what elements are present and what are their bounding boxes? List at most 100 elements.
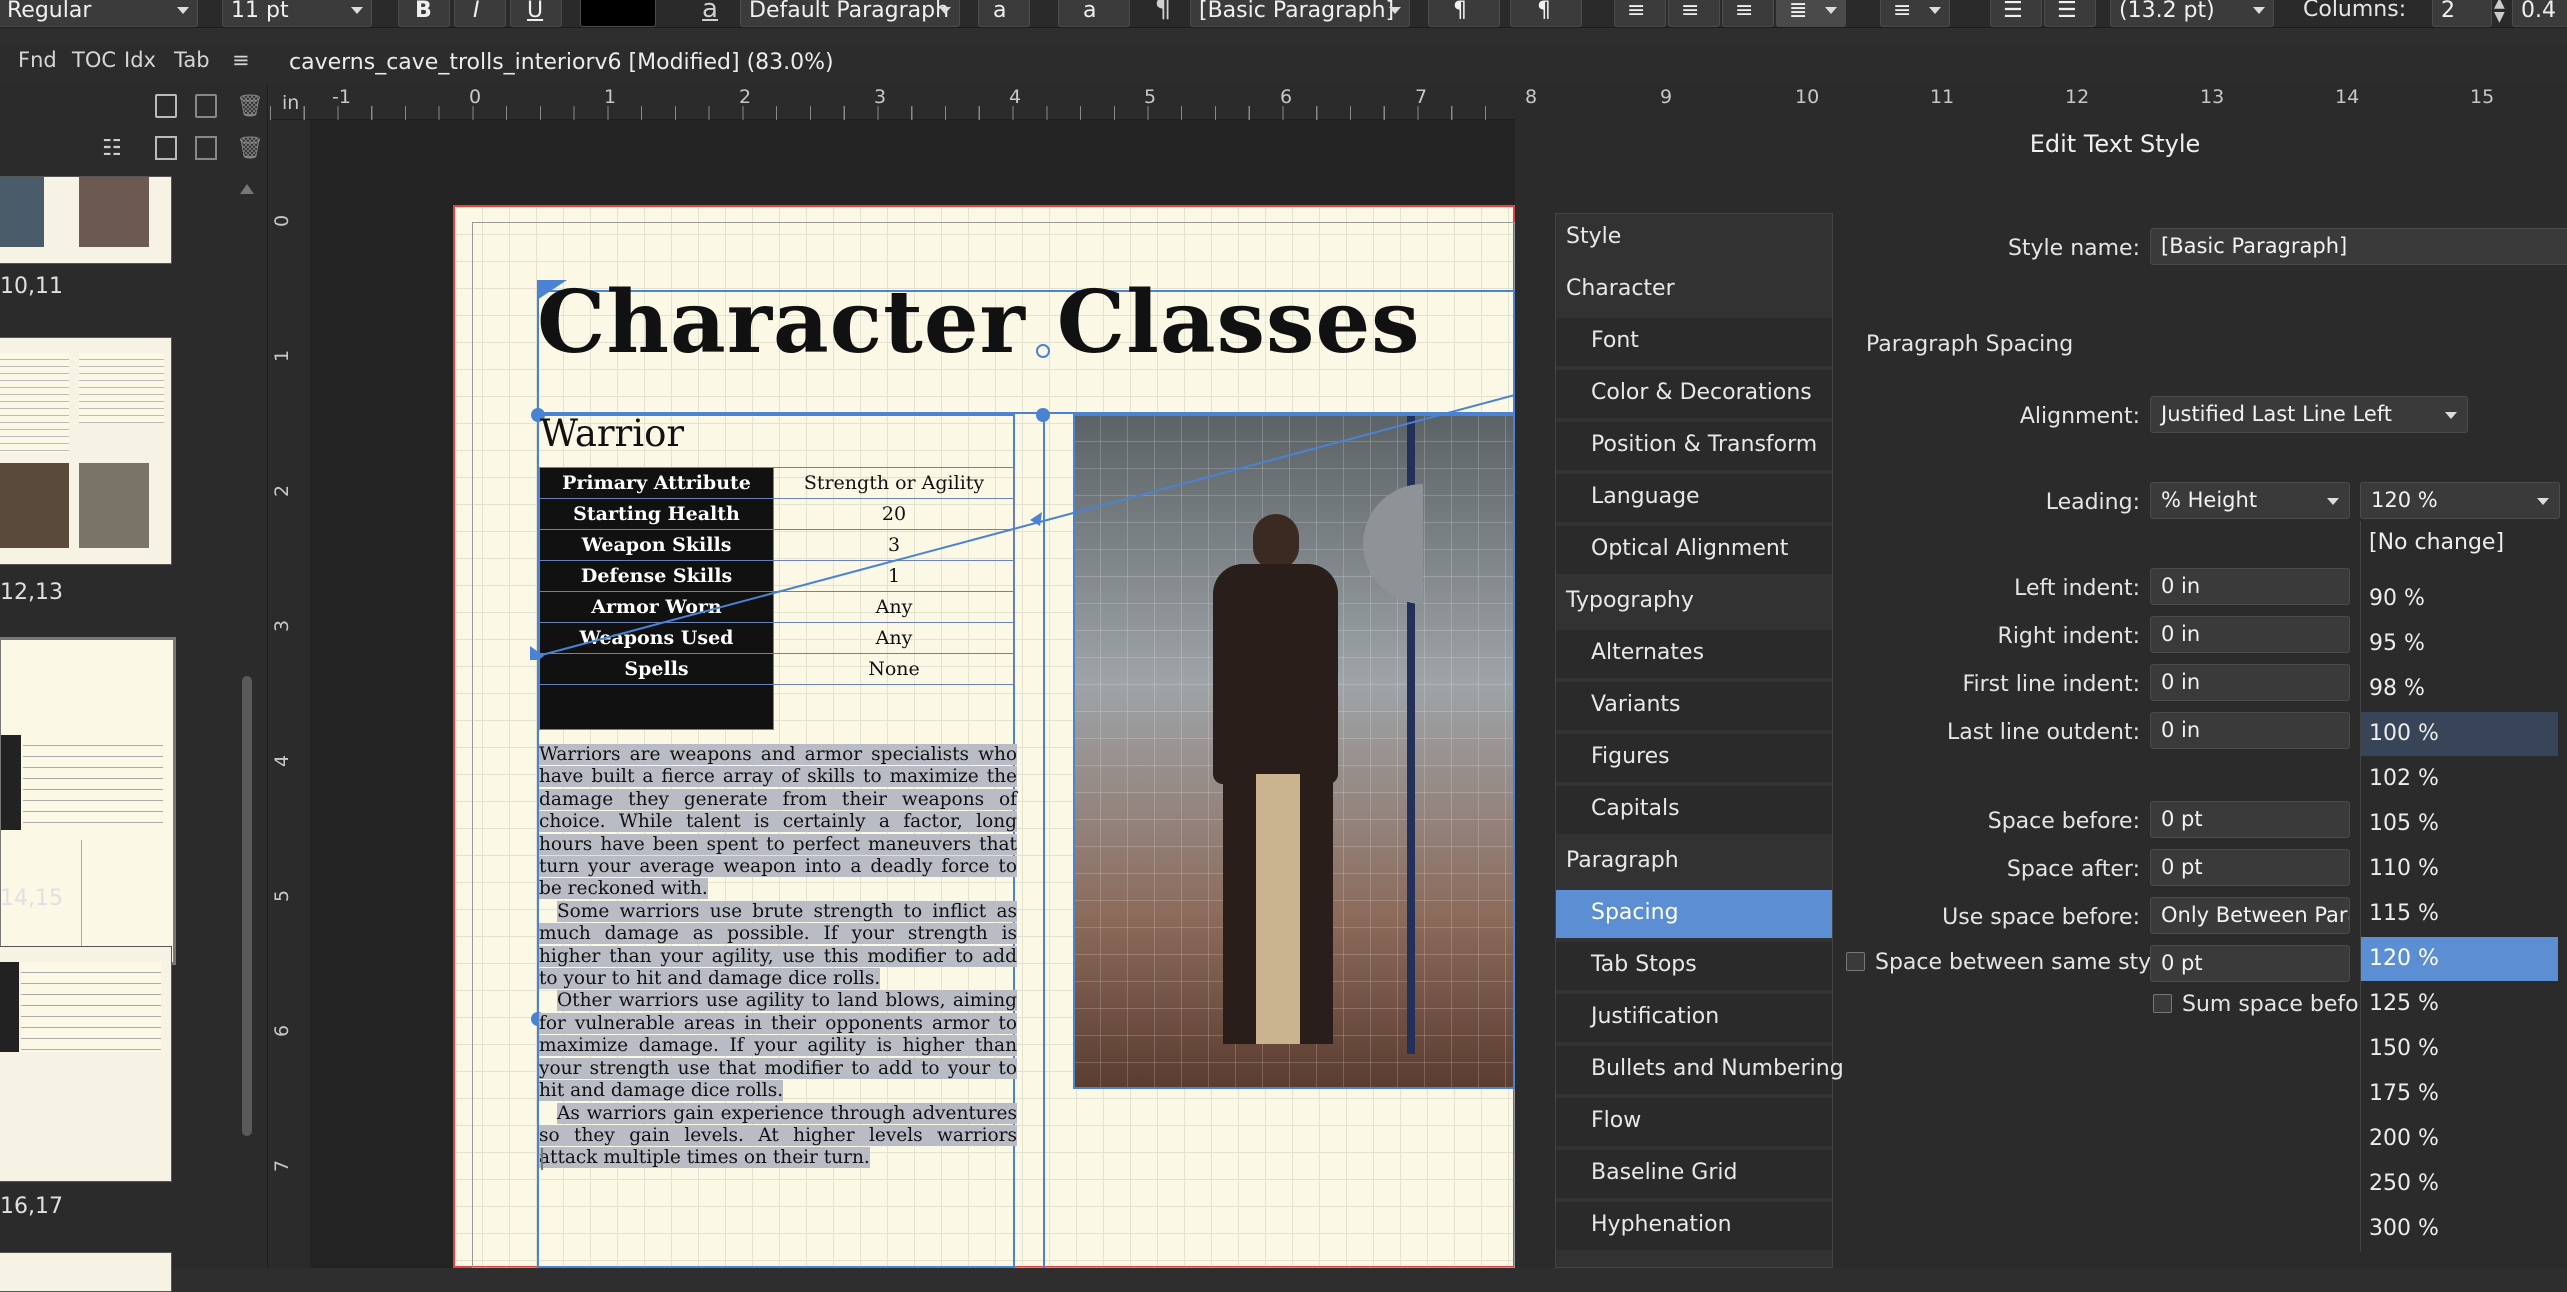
space-before-input[interactable]: 0 pt xyxy=(2150,801,2350,838)
category-font[interactable]: Font xyxy=(1556,318,1832,366)
tab-find[interactable]: Fnd xyxy=(18,48,57,72)
category-baseline-grid[interactable]: Baseline Grid xyxy=(1556,1150,1832,1198)
vertical-ruler[interactable]: 0 1 2 3 4 5 6 7 xyxy=(268,120,310,1268)
leading-option[interactable]: 102 % xyxy=(2361,757,2558,801)
leading-option-selected[interactable]: 120 % xyxy=(2361,937,2558,981)
align-center-button[interactable]: ≡ xyxy=(1668,0,1720,27)
leading-option[interactable]: 150 % xyxy=(2361,1027,2558,1071)
ruler-tick: 6 xyxy=(271,1024,294,1038)
category-justification[interactable]: Justification xyxy=(1556,994,1832,1042)
leading-option[interactable]: 95 % xyxy=(2361,622,2558,666)
bold-button[interactable]: B xyxy=(398,0,450,27)
category-spacing[interactable]: Spacing xyxy=(1556,890,1832,938)
category-character[interactable]: Character xyxy=(1556,266,1832,314)
style-name-input[interactable]: [Basic Paragraph] xyxy=(2150,228,2567,265)
gutter-input[interactable]: 0.4 xyxy=(2512,0,2567,27)
spread-thumbnail[interactable] xyxy=(0,176,172,264)
delete-page-icon[interactable]: 🗑 xyxy=(236,136,264,161)
columns-stepper[interactable]: ▲ ▼ xyxy=(2494,0,2505,24)
category-paragraph[interactable]: Paragraph xyxy=(1556,838,1832,886)
text-style-button[interactable]: a xyxy=(1058,0,1130,27)
trash-icon[interactable]: 🗑 xyxy=(236,94,264,119)
sum-space-before-checkbox[interactable] xyxy=(2153,994,2172,1013)
use-space-before-dropdown[interactable]: Only Between Paragr xyxy=(2150,897,2350,934)
spread-thumbnail-selected[interactable] xyxy=(0,637,176,965)
align-left-button[interactable]: ≡ xyxy=(1614,0,1666,27)
spread-thumbnail[interactable] xyxy=(0,1252,172,1292)
bullets-button[interactable]: ☰ xyxy=(1990,0,2042,27)
leading-option[interactable]: 98 % xyxy=(2361,667,2558,711)
category-capitals[interactable]: Capitals xyxy=(1556,786,1832,834)
space-after-input[interactable]: 0 pt xyxy=(2150,849,2350,886)
underline-button[interactable]: U xyxy=(510,0,562,27)
spread-thumbnail[interactable] xyxy=(0,337,172,565)
category-bullets-numbering[interactable]: Bullets and Numbering xyxy=(1556,1046,1844,1094)
leading-option[interactable]: [No change] xyxy=(2361,521,2558,565)
add-spread-icon[interactable] xyxy=(195,136,217,160)
text-color-swatch[interactable] xyxy=(580,0,656,27)
leading-option[interactable]: 110 % xyxy=(2361,847,2558,891)
leading-dropdown[interactable]: (13.2 pt) xyxy=(2110,0,2274,27)
justify-button[interactable]: ≣ xyxy=(1776,0,1846,27)
add-page-icon[interactable] xyxy=(155,136,177,160)
numbering-button[interactable]: ☰ xyxy=(2044,0,2096,27)
alignment-dropdown[interactable]: Justified Last Line Left xyxy=(2150,396,2468,433)
category-variants[interactable]: Variants xyxy=(1556,682,1832,730)
first-line-indent-input[interactable]: 0 in xyxy=(2150,664,2350,701)
leading-option[interactable]: 90 % xyxy=(2361,577,2558,621)
columns-input[interactable]: 2 xyxy=(2432,0,2492,27)
space-between-same-input[interactable]: 0 pt xyxy=(2150,945,2350,982)
last-line-outdent-input[interactable]: 0 in xyxy=(2150,712,2350,749)
category-typography[interactable]: Typography xyxy=(1556,578,1832,626)
character-style-icon[interactable]: a xyxy=(690,0,730,27)
flow-icon[interactable]: ☷ xyxy=(102,136,122,161)
panel-menu-icon[interactable]: ≡ xyxy=(232,48,250,72)
scroll-up-icon[interactable] xyxy=(240,184,254,194)
category-flow[interactable]: Flow xyxy=(1556,1098,1832,1146)
leading-option[interactable]: 105 % xyxy=(2361,802,2558,846)
pages-scrollbar[interactable] xyxy=(242,676,252,1136)
italic-button[interactable]: I xyxy=(454,0,506,27)
leading-option-hover[interactable]: 100 % xyxy=(2361,712,2558,756)
duplicate-page-icon[interactable] xyxy=(195,94,217,118)
document-title[interactable]: caverns_cave_trolls_interiorv6 [Modified… xyxy=(289,50,834,75)
spread-thumbnail[interactable] xyxy=(0,946,172,1182)
category-alternates[interactable]: Alternates xyxy=(1556,630,1832,678)
category-language[interactable]: Language xyxy=(1556,474,1832,522)
right-indent-input[interactable]: 0 in xyxy=(2150,616,2350,653)
left-indent-input[interactable]: 0 in xyxy=(2150,568,2350,605)
font-style-dropdown[interactable]: Regular xyxy=(0,0,198,27)
horizontal-ruler[interactable]: in -1 0 1 2 3 4 5 6 7 xyxy=(270,84,1515,120)
paragraph-text: Other warriors use agility to land blows… xyxy=(539,990,1017,1102)
leading-value-dropdown[interactable]: 120 % xyxy=(2360,482,2560,519)
category-figures[interactable]: Figures xyxy=(1556,734,1832,782)
category-position-transform[interactable]: Position & Transform xyxy=(1556,422,1832,470)
tab-index[interactable]: Idx xyxy=(124,48,156,72)
leading-option[interactable]: 115 % xyxy=(2361,892,2558,936)
category-optical-alignment[interactable]: Optical Alignment xyxy=(1556,526,1832,574)
leading-option[interactable]: 300 % xyxy=(2361,1207,2558,1251)
paragraph-panel-button[interactable]: ¶ xyxy=(1510,0,1582,27)
leading-option[interactable]: 175 % xyxy=(2361,1072,2558,1116)
font-size-dropdown[interactable]: 11 pt xyxy=(222,0,372,27)
category-style[interactable]: Style xyxy=(1556,214,1832,262)
opentype-button[interactable]: a xyxy=(978,0,1030,27)
leading-mode-dropdown[interactable]: % Height xyxy=(2150,482,2350,519)
leading-option[interactable]: 125 % xyxy=(2361,982,2558,1026)
paragraph-style-dropdown[interactable]: [Basic Paragraph] xyxy=(1190,0,1410,27)
leading-option[interactable]: 250 % xyxy=(2361,1162,2558,1206)
category-hyphenation[interactable]: Hyphenation xyxy=(1556,1202,1832,1250)
character-style-dropdown[interactable]: Default Paragraph xyxy=(740,0,960,27)
tab-toc[interactable]: TOC xyxy=(72,48,116,72)
paragraph-style-icon[interactable]: ¶ xyxy=(1148,0,1178,27)
leading-option[interactable]: 200 % xyxy=(2361,1117,2558,1161)
align-right-button[interactable]: ≡ xyxy=(1722,0,1774,27)
master-page-icon[interactable] xyxy=(155,94,177,118)
body-text[interactable]: Warriors are weapons and armor specialis… xyxy=(539,744,1017,1170)
category-tab-stops[interactable]: Tab Stops xyxy=(1556,942,1832,990)
tab-table[interactable]: Tab xyxy=(174,48,210,72)
category-color-decorations[interactable]: Color & Decorations xyxy=(1556,370,1832,418)
space-between-same-checkbox[interactable] xyxy=(1846,952,1865,971)
vertical-align-button[interactable]: ≡ xyxy=(1880,0,1950,27)
paragraph-direction-button[interactable]: ¶ xyxy=(1428,0,1500,27)
